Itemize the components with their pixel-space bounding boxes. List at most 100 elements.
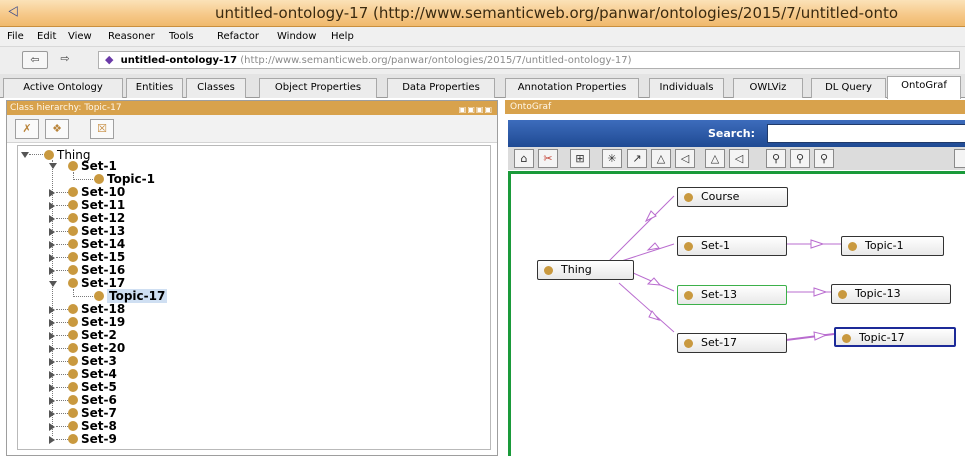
tree-node-set-8[interactable]: Set-8 bbox=[68, 419, 117, 433]
tree-node-set-5[interactable]: Set-5 bbox=[68, 380, 117, 394]
graph-node-topic-13[interactable]: Topic-13 bbox=[831, 284, 951, 304]
graph-node-thing[interactable]: Thing bbox=[537, 260, 634, 280]
menu-edit[interactable]: Edit bbox=[37, 31, 56, 42]
expand-toggle-icon[interactable] bbox=[49, 436, 55, 444]
tree-node-set-13[interactable]: Set-13 bbox=[68, 224, 125, 238]
tab-data-properties[interactable]: Data Properties bbox=[387, 78, 495, 98]
expand-toggle-icon[interactable] bbox=[49, 215, 55, 223]
tree-node-set-9[interactable]: Set-9 bbox=[68, 432, 117, 446]
graph-node-set-1[interactable]: Set-1 bbox=[677, 236, 787, 256]
expand-toggle-icon[interactable] bbox=[49, 423, 55, 431]
menu-tools[interactable]: Tools bbox=[169, 31, 194, 42]
tree-node-set-10[interactable]: Set-10 bbox=[68, 185, 125, 199]
horizontal-directed-layout-button[interactable]: ◁ bbox=[729, 149, 749, 168]
expand-toggle-icon[interactable] bbox=[49, 254, 55, 262]
graph-node-topic-1[interactable]: Topic-1 bbox=[841, 236, 944, 256]
tree-node-set-2[interactable]: Set-2 bbox=[68, 328, 117, 342]
tree-node-set-18[interactable]: Set-18 bbox=[68, 302, 125, 316]
class-icon bbox=[848, 241, 857, 251]
tree-node-set-7[interactable]: Set-7 bbox=[68, 406, 117, 420]
ontograf-search-input[interactable] bbox=[767, 124, 965, 143]
tab-dl-query[interactable]: DL Query bbox=[811, 78, 886, 98]
class-icon bbox=[44, 150, 54, 160]
tab-classes[interactable]: Classes bbox=[186, 78, 246, 98]
tree-node-set-6[interactable]: Set-6 bbox=[68, 393, 117, 407]
protege-app-icon[interactable]: ⨞ bbox=[8, 5, 26, 21]
expand-toggle-icon[interactable] bbox=[49, 163, 57, 169]
expand-toggle-icon[interactable] bbox=[49, 358, 55, 366]
expand-toggle-icon[interactable] bbox=[49, 202, 55, 210]
expand-toggle-icon[interactable] bbox=[49, 189, 55, 197]
add-sibling-class-button[interactable]: ❖ bbox=[45, 119, 69, 139]
tab-object-properties[interactable]: Object Properties bbox=[259, 78, 377, 98]
expand-toggle-icon[interactable] bbox=[49, 371, 55, 379]
ontology-iri: (http://www.semanticweb.org/panwar/ontol… bbox=[240, 55, 632, 66]
menu-reasoner[interactable]: Reasoner bbox=[108, 31, 155, 42]
add-subclass-button[interactable]: ✗ bbox=[15, 119, 39, 139]
tree-node-set-20[interactable]: Set-20 bbox=[68, 341, 125, 355]
tree-node-topic-17[interactable]: Topic-17 bbox=[94, 289, 168, 303]
class-icon bbox=[68, 343, 78, 353]
expand-toggle-icon[interactable] bbox=[49, 241, 55, 249]
grid-layout-button[interactable]: ⊞ bbox=[570, 149, 590, 168]
class-icon bbox=[68, 382, 78, 392]
tree-node-set-19[interactable]: Set-19 bbox=[68, 315, 125, 329]
zoom-fit-button[interactable]: ⚲ bbox=[814, 149, 834, 168]
radial-layout-button[interactable]: ✳ bbox=[602, 149, 622, 168]
ontology-iri-field[interactable]: ◆ untitled-ontology-17 (http://www.seman… bbox=[98, 51, 960, 69]
tree-vertical-layout-button[interactable]: △ bbox=[651, 149, 671, 168]
tree-node-set-4[interactable]: Set-4 bbox=[68, 367, 117, 381]
tree-node-set-12[interactable]: Set-12 bbox=[68, 211, 125, 225]
tree-node-set-14[interactable]: Set-14 bbox=[68, 237, 125, 251]
tree-node-set-16[interactable]: Set-16 bbox=[68, 263, 125, 277]
tree-node-set-3[interactable]: Set-3 bbox=[68, 354, 117, 368]
ontograf-canvas[interactable]: Course Thing Set-1 Topic-1 Set-13 Topic-… bbox=[508, 171, 965, 456]
tab-owlviz[interactable]: OWLViz bbox=[733, 78, 803, 98]
ontograf-header: OntoGraf bbox=[505, 100, 965, 114]
expand-toggle-icon[interactable] bbox=[49, 267, 55, 275]
tree-node-set-11[interactable]: Set-11 bbox=[68, 198, 125, 212]
tab-individuals[interactable]: Individuals bbox=[649, 78, 724, 98]
menu-help[interactable]: Help bbox=[331, 31, 354, 42]
more-toolbar-button[interactable] bbox=[954, 149, 965, 168]
graph-node-course[interactable]: Course bbox=[677, 187, 788, 207]
add-subclass-icon: ✗ bbox=[22, 122, 32, 135]
home-button[interactable]: ⌂ bbox=[514, 149, 534, 168]
zoom-out-button[interactable]: ⚲ bbox=[790, 149, 810, 168]
forward-button[interactable]: ⇨ bbox=[52, 51, 78, 69]
tab-entities[interactable]: Entities bbox=[126, 78, 183, 98]
graph-node-set-17[interactable]: Set-17 bbox=[677, 333, 787, 353]
tree-node-set-15[interactable]: Set-15 bbox=[68, 250, 125, 264]
expand-toggle-icon[interactable] bbox=[21, 152, 29, 158]
tree-node-set-17[interactable]: Set-17 bbox=[68, 276, 125, 290]
tree-node-set-1[interactable]: Set-1 bbox=[68, 159, 117, 173]
graph-node-topic-17[interactable]: Topic-17 bbox=[834, 327, 956, 347]
tree-horizontal-layout-button[interactable]: ◁ bbox=[675, 149, 695, 168]
tab-active-ontology[interactable]: Active Ontology bbox=[3, 78, 123, 98]
back-button[interactable]: ⇦ bbox=[22, 51, 48, 69]
delete-class-button[interactable]: ☒ bbox=[90, 119, 114, 139]
expand-toggle-icon[interactable] bbox=[49, 384, 55, 392]
menu-refactor[interactable]: Refactor bbox=[217, 31, 259, 42]
vertical-directed-layout-button[interactable]: △ bbox=[705, 149, 725, 168]
expand-toggle-icon[interactable] bbox=[49, 306, 55, 314]
class-icon bbox=[68, 239, 78, 249]
expand-toggle-icon[interactable] bbox=[49, 397, 55, 405]
clear-graph-button[interactable]: ✂ bbox=[538, 149, 558, 168]
menu-window[interactable]: Window bbox=[277, 31, 316, 42]
tab-annotation-properties[interactable]: Annotation Properties bbox=[505, 78, 639, 98]
graph-node-set-13[interactable]: Set-13 bbox=[677, 285, 787, 305]
expand-toggle-icon[interactable] bbox=[49, 319, 55, 327]
tree-node-topic-1[interactable]: Topic-1 bbox=[94, 172, 155, 186]
expand-toggle-icon[interactable] bbox=[49, 410, 55, 418]
expand-toggle-icon[interactable] bbox=[49, 281, 57, 287]
expand-toggle-icon[interactable] bbox=[49, 228, 55, 236]
menu-file[interactable]: File bbox=[7, 31, 24, 42]
spring-layout-button[interactable]: ↗ bbox=[627, 149, 647, 168]
tree-node-label-selected: Topic-17 bbox=[107, 289, 168, 303]
expand-toggle-icon[interactable] bbox=[49, 332, 55, 340]
expand-toggle-icon[interactable] bbox=[49, 345, 55, 353]
tab-ontograf[interactable]: OntoGraf bbox=[887, 76, 961, 99]
zoom-in-button[interactable]: ⚲ bbox=[766, 149, 786, 168]
menu-view[interactable]: View bbox=[68, 31, 92, 42]
